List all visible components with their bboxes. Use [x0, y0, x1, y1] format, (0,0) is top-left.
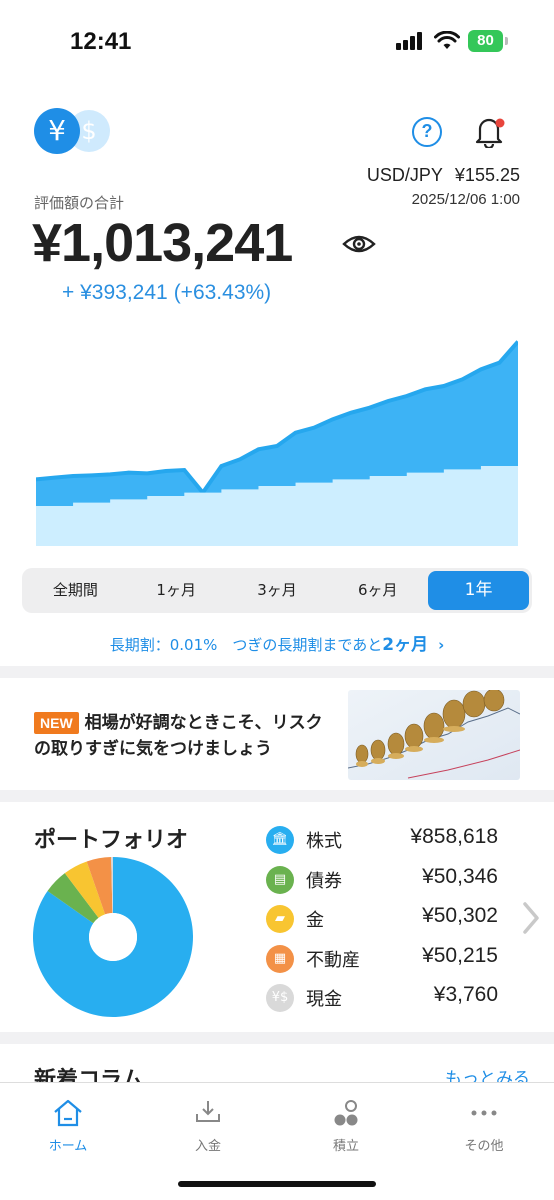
chevron-right-icon[interactable]	[520, 900, 542, 936]
news-text-block: NEW 相場が好調なときこそ、リスクの取りすぎに気をつけましょう	[34, 710, 334, 762]
coins-chart-image	[348, 690, 520, 780]
fx-pair: USD/JPY	[366, 165, 443, 185]
period-tab[interactable]: 1ヶ月	[126, 571, 227, 610]
gain-line: + ¥393,241 (+63.43%)	[62, 281, 271, 305]
long-term-months: 2ヶ月	[382, 635, 429, 655]
fx-rate: USD/JPY ¥155.25	[367, 165, 520, 186]
asset-name: 不動産	[306, 949, 360, 971]
home-icon	[54, 1099, 82, 1127]
asset-name: 債券	[306, 870, 342, 892]
battery-icon: 80	[468, 30, 508, 52]
portfolio-title: ポートフォリオ	[34, 828, 189, 853]
tab-deposit-label: 入金	[194, 1139, 221, 1154]
asset-value: ¥50,302	[422, 904, 498, 927]
deposit-icon	[196, 1101, 220, 1122]
portfolio-donut-chart[interactable]	[32, 856, 194, 1018]
more-icon	[471, 1110, 497, 1116]
notification-badge	[495, 118, 505, 128]
asset-row[interactable]: 🏛 株式 ¥858,618	[266, 820, 502, 860]
chevron-right-icon: ›	[438, 636, 445, 654]
asset-area-chart[interactable]	[36, 330, 518, 546]
asset-value: ¥50,215	[422, 943, 498, 967]
gain-amount: + ¥393,241	[62, 281, 168, 304]
portfolio-asset-list[interactable]: 🏛 株式 ¥858,618 ▤ 債券 ¥50,346 ▰ 金 ¥50,302 ▦ 不動産 ¥50,21…	[266, 820, 502, 1018]
status-time: 12:41	[70, 28, 132, 55]
tab-accumulate[interactable]: 積立	[296, 1095, 396, 1154]
asset-value: ¥3,760	[433, 983, 498, 1006]
home-indicator	[178, 1181, 376, 1187]
tab-accumulate-label: 積立	[332, 1139, 359, 1154]
period-tabs: 全期間 1ヶ月 3ヶ月 6ヶ月 1年	[22, 568, 532, 613]
building-icon: ▦	[266, 944, 294, 973]
section-divider	[0, 1032, 554, 1044]
total-value: ¥1,013,241	[32, 213, 293, 273]
tab-more-label: その他	[464, 1139, 504, 1154]
battery-level: 80	[468, 30, 503, 52]
section-divider	[0, 790, 554, 802]
tab-more[interactable]: その他	[434, 1095, 534, 1154]
asset-row[interactable]: ▰ 金 ¥50,302	[266, 899, 502, 939]
eye-icon[interactable]	[342, 232, 376, 256]
notification-bell-icon[interactable]	[472, 114, 506, 148]
asset-row[interactable]: ▤ 債券 ¥50,346	[266, 860, 502, 900]
long-term-discount-link[interactable]: 長期割：0.01% つぎの長期割まであと2ヶ月 ›	[0, 630, 554, 655]
period-tab[interactable]: 3ヶ月	[227, 571, 328, 610]
asset-row[interactable]: ¥$ 現金 ¥3,760	[266, 978, 502, 1018]
status-bar: 12:41 80	[0, 0, 554, 84]
gold-icon: ▰	[266, 905, 294, 933]
period-tab[interactable]: 6ヶ月	[327, 571, 428, 610]
accumulate-icon	[334, 1100, 358, 1126]
new-badge: NEW	[34, 712, 79, 734]
period-tab[interactable]: 1年	[428, 571, 529, 610]
section-divider	[0, 666, 554, 678]
asset-name: 現金	[306, 989, 342, 1010]
wifi-icon	[434, 31, 460, 49]
cash-icon: ¥$	[266, 984, 294, 1012]
gain-percent: (+63.43%)	[173, 281, 272, 304]
tab-home-label: ホーム	[48, 1139, 88, 1154]
yen-coin-icon[interactable]: ¥	[34, 108, 80, 154]
long-term-text: 長期割：0.01% つぎの長期割まであと	[109, 636, 383, 654]
asset-name: 株式	[306, 831, 342, 852]
bond-icon: ▤	[266, 865, 294, 894]
tab-home[interactable]: ホーム	[18, 1095, 118, 1154]
donut-hole	[89, 913, 137, 961]
asset-value: ¥858,618	[410, 825, 498, 848]
asset-value: ¥50,346	[422, 864, 498, 888]
bottom-tab-bar: ホーム 入金 積立 その他	[0, 1082, 554, 1200]
cellular-signal-icon	[396, 32, 422, 50]
total-label: 評価額の合計	[34, 194, 125, 212]
news-banner[interactable]: NEW 相場が好調なときこそ、リスクの取りすぎに気をつけましょう	[0, 680, 554, 790]
bank-icon: 🏛	[266, 826, 294, 854]
asset-name: 金	[306, 910, 324, 931]
fx-datetime: 2025/12/06 1:00	[411, 191, 520, 208]
fx-rate-value: ¥155.25	[454, 165, 520, 185]
currency-toggle[interactable]: $ ¥	[34, 108, 114, 154]
period-tab[interactable]: 全期間	[25, 571, 126, 610]
help-icon[interactable]: ?	[412, 117, 442, 147]
asset-row[interactable]: ▦ 不動産 ¥50,215	[266, 939, 502, 979]
tab-deposit[interactable]: 入金	[158, 1095, 258, 1154]
